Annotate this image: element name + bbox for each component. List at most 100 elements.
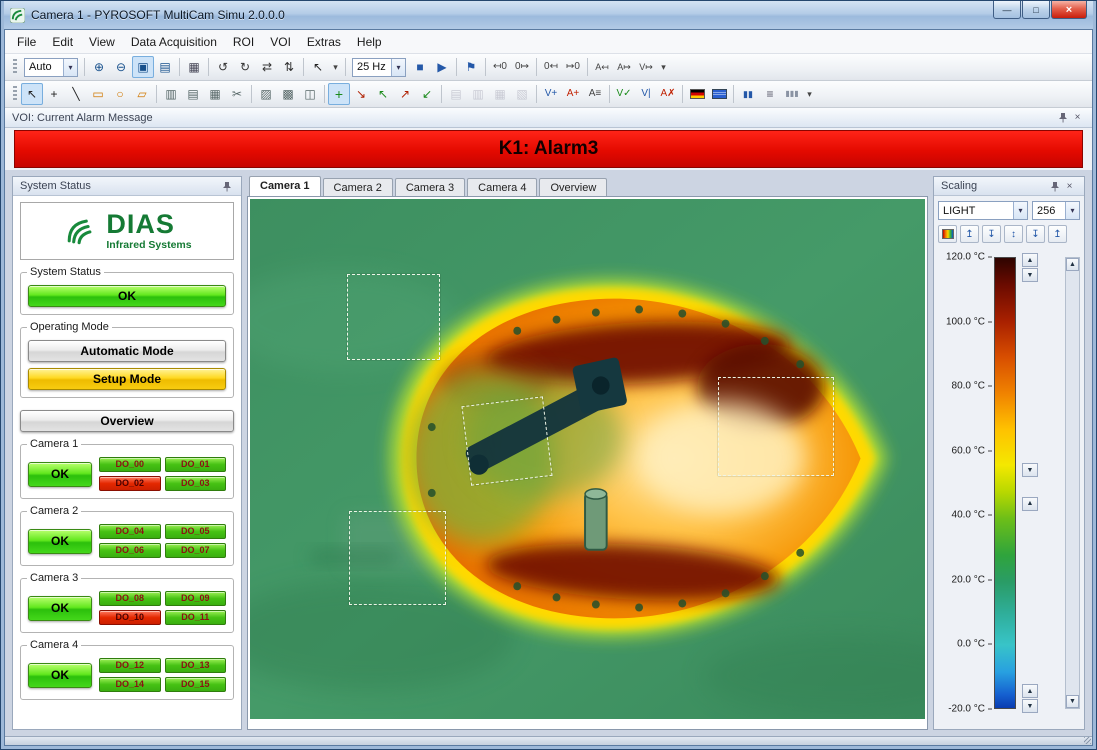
- voi-limit-icon[interactable]: V|: [635, 83, 657, 105]
- value-display-icon[interactable]: V↦: [635, 56, 657, 78]
- roi-polygon-icon[interactable]: ▱: [131, 83, 153, 105]
- resize-grip[interactable]: [1084, 737, 1091, 744]
- thermal-image[interactable]: [250, 199, 925, 719]
- roi-grow-icon[interactable]: ↖: [372, 83, 394, 105]
- camera-3-status-button[interactable]: OK: [28, 596, 92, 621]
- roi-region-1[interactable]: [347, 274, 439, 360]
- scaling-close-icon[interactable]: ×: [1062, 179, 1077, 194]
- export-image-icon[interactable]: ▨: [255, 83, 277, 105]
- fit-to-window-icon[interactable]: ▣: [132, 56, 154, 78]
- aoi-config-icon[interactable]: A≡: [584, 83, 606, 105]
- aoi-delete-icon[interactable]: A✗: [657, 83, 679, 105]
- system-status-ok-button[interactable]: OK: [28, 285, 226, 307]
- overview-button[interactable]: Overview: [20, 410, 234, 432]
- scale-reset-icon[interactable]: ↥: [1048, 225, 1067, 243]
- roi-paste-icon[interactable]: ▤: [182, 83, 204, 105]
- pointer-mode-dropdown-icon[interactable]: ▾: [329, 56, 342, 78]
- export-data-icon[interactable]: ▩: [277, 83, 299, 105]
- roi-align-bottom-icon[interactable]: ▧: [511, 83, 533, 105]
- roi-align-left-icon[interactable]: ▤: [445, 83, 467, 105]
- roi-ellipse-icon[interactable]: ○: [109, 83, 131, 105]
- roi-point-icon[interactable]: +: [43, 83, 65, 105]
- language-european-icon[interactable]: [708, 83, 730, 105]
- menu-extras[interactable]: Extras: [299, 32, 349, 52]
- digital-input-set-icon[interactable]: 0↤: [540, 56, 562, 78]
- scaling-pin-icon[interactable]: [1047, 179, 1062, 194]
- tab-overview[interactable]: Overview: [539, 178, 607, 196]
- scale-marker-up-button[interactable]: ▲: [1022, 497, 1038, 511]
- title-bar[interactable]: Camera 1 - PYROSOFT MultiCam Simu 2.0.0.…: [4, 1, 1093, 29]
- scale-max-up-button[interactable]: ▲: [1022, 253, 1038, 267]
- do-03-button[interactable]: DO_03: [165, 476, 227, 491]
- roi-region-4[interactable]: [349, 511, 446, 605]
- voi-validate-icon[interactable]: V✓: [613, 83, 635, 105]
- menu-edit[interactable]: Edit: [44, 32, 81, 52]
- roi-cut-icon[interactable]: ✂: [226, 83, 248, 105]
- roi-lower-icon[interactable]: ↙: [416, 83, 438, 105]
- scale-expand-icon[interactable]: ↕: [1004, 225, 1023, 243]
- roi-region-3[interactable]: [718, 377, 834, 475]
- levels-combo[interactable]: 256 ▾: [1032, 201, 1080, 220]
- roi-rectangle-icon[interactable]: ▭: [87, 83, 109, 105]
- scale-marker-down-button[interactable]: ▼: [1022, 463, 1038, 477]
- roi-raise-icon[interactable]: ↗: [394, 83, 416, 105]
- do-00-button[interactable]: DO_00: [99, 457, 161, 472]
- menu-data-acquisition[interactable]: Data Acquisition: [123, 32, 225, 52]
- roi-duplicate-icon[interactable]: ▦: [204, 83, 226, 105]
- analog-input-icon[interactable]: A↤: [591, 56, 613, 78]
- language-german-icon[interactable]: [686, 83, 708, 105]
- roi-select-icon[interactable]: ↖: [21, 83, 43, 105]
- setup-mode-button[interactable]: Setup Mode: [28, 368, 226, 390]
- scale-shift-up-icon[interactable]: ↥: [960, 225, 979, 243]
- camera-1-status-button[interactable]: OK: [28, 462, 92, 487]
- zoom-out-icon[interactable]: ⊖: [110, 56, 132, 78]
- rotate-left-icon[interactable]: ↺: [212, 56, 234, 78]
- original-size-icon[interactable]: ▤: [154, 56, 176, 78]
- roi-copy-icon[interactable]: ▥: [160, 83, 182, 105]
- do-11-button[interactable]: DO_11: [165, 610, 227, 625]
- scale-scrollbar[interactable]: ▲ ▼: [1065, 257, 1080, 709]
- voi-close-icon[interactable]: ×: [1070, 110, 1085, 125]
- camera-2-status-button[interactable]: OK: [28, 529, 92, 554]
- pointer-mode-icon[interactable]: ↖: [307, 56, 329, 78]
- do-09-button[interactable]: DO_09: [165, 591, 227, 606]
- roi-align-right-icon[interactable]: ▥: [467, 83, 489, 105]
- do-08-button[interactable]: DO_08: [99, 591, 161, 606]
- stop-acquisition-icon[interactable]: ■: [409, 56, 431, 78]
- layout-rows-icon[interactable]: ≡: [759, 83, 781, 105]
- do-02-button[interactable]: DO_02: [99, 476, 161, 491]
- voi-pin-icon[interactable]: [1055, 110, 1070, 125]
- automatic-mode-button[interactable]: Automatic Mode: [28, 340, 226, 362]
- rotate-right-icon[interactable]: ↻: [234, 56, 256, 78]
- menu-voi[interactable]: VOI: [262, 32, 299, 52]
- palette-icon[interactable]: [938, 225, 957, 243]
- grid-icon[interactable]: ▦: [183, 56, 205, 78]
- tab-camera-3[interactable]: Camera 3: [395, 178, 465, 196]
- voi-add-icon[interactable]: V+: [540, 83, 562, 105]
- do-04-button[interactable]: DO_04: [99, 524, 161, 539]
- aoi-add-icon[interactable]: A+: [562, 83, 584, 105]
- tab-camera-2[interactable]: Camera 2: [323, 178, 393, 196]
- roi-line-icon[interactable]: ╲: [65, 83, 87, 105]
- do-13-button[interactable]: DO_13: [165, 658, 227, 673]
- event-flag-icon[interactable]: ⚑: [460, 56, 482, 78]
- toolbar-grip[interactable]: [13, 59, 17, 75]
- do-06-button[interactable]: DO_06: [99, 543, 161, 558]
- roi-align-top-icon[interactable]: ▦: [489, 83, 511, 105]
- scale-shift-down-icon[interactable]: ↧: [982, 225, 1001, 243]
- menu-roi[interactable]: ROI: [225, 32, 262, 52]
- menu-file[interactable]: File: [9, 32, 44, 52]
- toolbar2-overflow-icon[interactable]: ▾: [803, 83, 816, 105]
- roi-shrink-icon[interactable]: ↘: [350, 83, 372, 105]
- flip-horizontal-icon[interactable]: ⇄: [256, 56, 278, 78]
- do-12-button[interactable]: DO_12: [99, 658, 161, 673]
- snapshot-icon[interactable]: ◫: [299, 83, 321, 105]
- digital-input-view-icon[interactable]: ↤0: [489, 56, 511, 78]
- flip-vertical-icon[interactable]: ⇅: [278, 56, 300, 78]
- digital-output-view-icon[interactable]: 0↦: [511, 56, 533, 78]
- scale-max-down-button[interactable]: ▼: [1022, 268, 1038, 282]
- framerate-combo[interactable]: 25 Hz▾: [352, 58, 406, 77]
- do-07-button[interactable]: DO_07: [165, 543, 227, 558]
- system-status-pin-icon[interactable]: [219, 179, 234, 194]
- colorbar[interactable]: [994, 257, 1016, 709]
